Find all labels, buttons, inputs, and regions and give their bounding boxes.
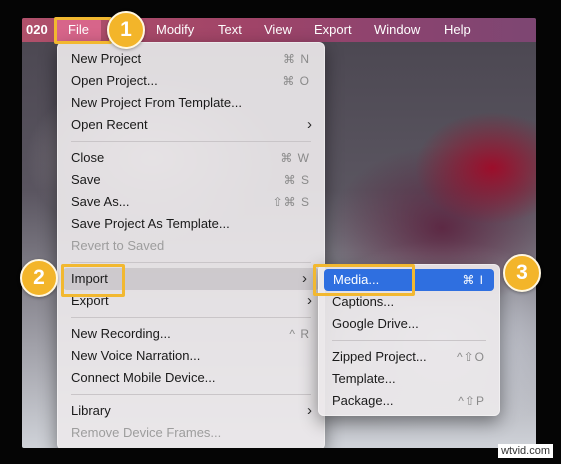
menu-item-template[interactable]: Template... — [319, 368, 499, 390]
chevron-right-icon: › — [307, 402, 312, 419]
menu-item-label: Library — [71, 403, 111, 418]
menu-item-label: Template... — [332, 371, 396, 386]
menu-item-label: Zipped Project... — [332, 349, 427, 364]
menu-separator — [71, 141, 311, 142]
shortcut-label: ⌘ I — [462, 273, 484, 287]
menu-item-label: Close — [71, 150, 105, 165]
shortcut-label: ⇧⌘ S — [272, 195, 310, 209]
shortcut-label: ^⇧P — [458, 394, 485, 408]
import-highlight-box — [61, 264, 125, 297]
menu-item-zipped-project[interactable]: Zipped Project... ^⇧O — [319, 346, 499, 368]
menu-window[interactable]: Window — [370, 18, 424, 42]
menu-item-open-recent[interactable]: Open Recent › — [58, 114, 324, 136]
menu-item-label: Open Recent — [71, 117, 148, 132]
menu-item-label: Google Drive... — [332, 316, 419, 331]
chevron-right-icon: › — [307, 116, 312, 133]
menu-item-open-project[interactable]: Open Project... ⌘ O — [58, 70, 324, 92]
step-badge-2: 2 — [20, 259, 58, 297]
menu-item-save-as[interactable]: Save As... ⇧⌘ S — [58, 191, 324, 213]
menu-item-label: Save Project As Template... — [71, 216, 230, 231]
menu-separator — [71, 394, 311, 395]
step-badge-3: 3 — [503, 254, 541, 292]
app-menu-fragment[interactable]: 020 — [22, 18, 52, 42]
menu-item-label: New Project From Template... — [71, 95, 242, 110]
menu-item-library[interactable]: Library › — [58, 400, 324, 422]
app-screen: 020 File Modify Text View Export Window … — [22, 18, 536, 448]
menu-item-close[interactable]: Close ⌘ W — [58, 147, 324, 169]
shortcut-label: ⌘ W — [280, 151, 310, 165]
shortcut-label: ^ R — [289, 327, 310, 341]
menu-item-label: Revert to Saved — [71, 238, 165, 253]
menu-item-label: Connect Mobile Device... — [71, 370, 216, 385]
outer-frame: 020 File Modify Text View Export Window … — [0, 0, 561, 464]
menu-item-remove-device-frames: Remove Device Frames... — [58, 422, 324, 444]
menu-item-label: New Voice Narration... — [71, 348, 201, 363]
menu-item-new-project[interactable]: New Project ⌘ N — [58, 48, 324, 70]
menu-item-connect-mobile-device[interactable]: Connect Mobile Device... — [58, 367, 324, 389]
menu-item-google-drive[interactable]: Google Drive... — [319, 313, 499, 335]
menu-text[interactable]: Text — [214, 18, 246, 42]
menu-item-revert-to-saved: Revert to Saved — [58, 235, 324, 257]
menu-item-label: New Recording... — [71, 326, 171, 341]
menu-item-label: Save As... — [71, 194, 130, 209]
shortcut-label: ⌘ O — [282, 74, 310, 88]
chevron-right-icon: › — [307, 292, 312, 309]
menu-item-package[interactable]: Package... ^⇧P — [319, 390, 499, 412]
shortcut-label: ⌘ S — [283, 173, 310, 187]
menu-item-save[interactable]: Save ⌘ S — [58, 169, 324, 191]
menu-export[interactable]: Export — [310, 18, 356, 42]
shortcut-label: ⌘ N — [283, 52, 310, 66]
menu-separator — [332, 340, 486, 341]
file-menu: New Project ⌘ N Open Project... ⌘ O New … — [57, 42, 325, 448]
step-badge-1: 1 — [107, 11, 145, 49]
menu-item-label: Remove Device Frames... — [71, 425, 222, 440]
menu-item-new-voice-narration[interactable]: New Voice Narration... — [58, 345, 324, 367]
menu-separator — [71, 317, 311, 318]
menu-item-new-from-template[interactable]: New Project From Template... — [58, 92, 324, 114]
chevron-right-icon: › — [302, 270, 307, 287]
menu-item-label: Save — [71, 172, 101, 187]
menu-modify[interactable]: Modify — [152, 18, 198, 42]
menu-help[interactable]: Help — [440, 18, 475, 42]
menu-item-save-as-template[interactable]: Save Project As Template... — [58, 213, 324, 235]
file-menu-highlight-box — [54, 17, 112, 44]
menu-item-new-recording[interactable]: New Recording... ^ R — [58, 323, 324, 345]
menu-item-label: New Project — [71, 51, 142, 66]
watermark-text: wtvid.com — [498, 444, 553, 458]
menu-view[interactable]: View — [260, 18, 296, 42]
menu-separator — [71, 262, 311, 263]
media-highlight-box — [313, 264, 415, 296]
menu-item-label: Package... — [332, 393, 394, 408]
menu-item-label: Open Project... — [71, 73, 158, 88]
shortcut-label: ^⇧O — [456, 350, 485, 364]
